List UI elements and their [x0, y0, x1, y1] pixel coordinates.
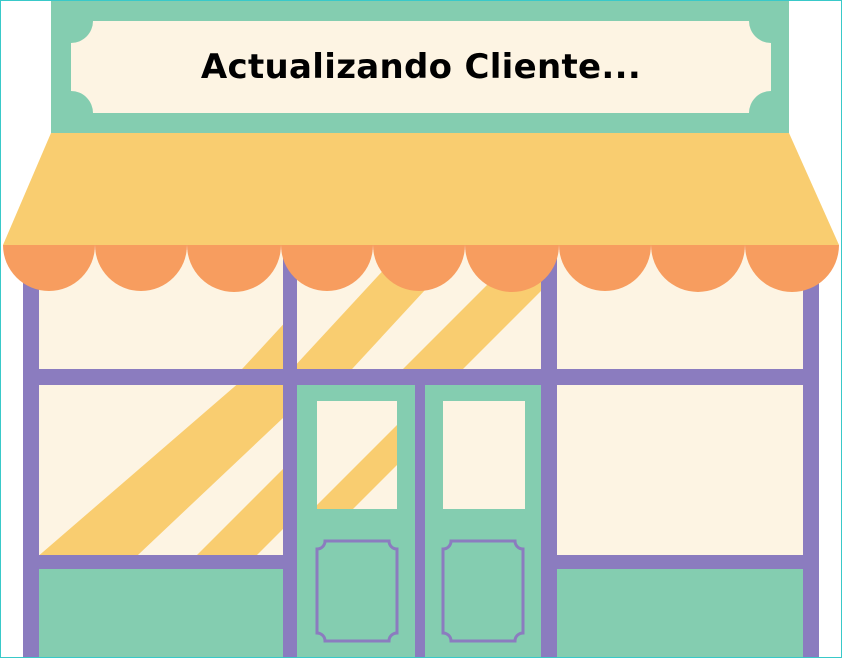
- awning: [3, 133, 839, 245]
- loading-title: Actualizando Cliente...: [200, 47, 642, 87]
- base-right: [557, 569, 803, 657]
- door-divider: [415, 385, 425, 657]
- awning-scallops: [3, 245, 839, 292]
- base-left: [39, 569, 283, 657]
- loading-screen: Actualizando Cliente...: [0, 0, 842, 658]
- door-window-right: [443, 401, 525, 509]
